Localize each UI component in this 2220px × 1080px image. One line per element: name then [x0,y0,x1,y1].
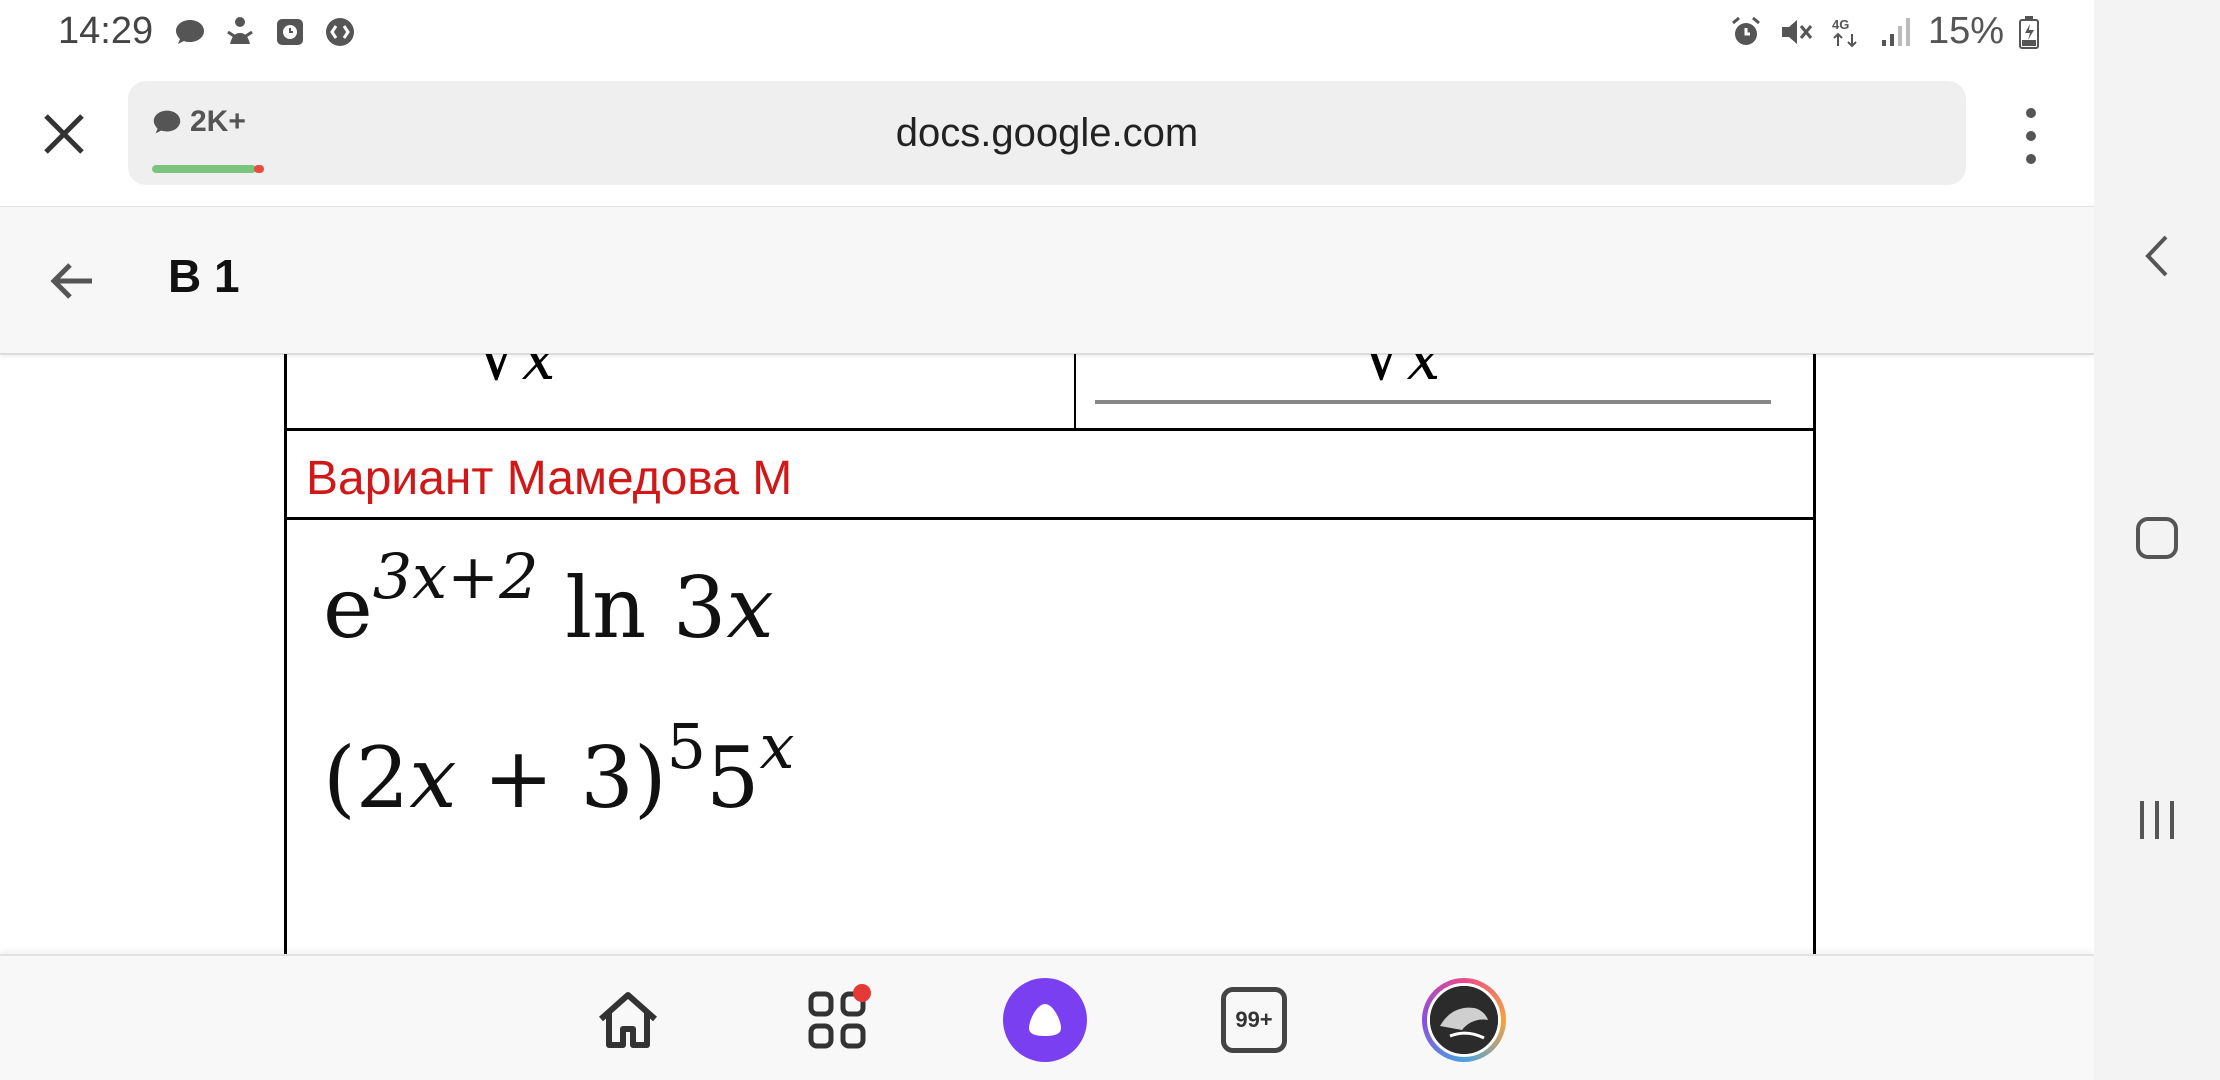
notification-dot [853,984,871,1002]
table-row-formulas: e3x+2 ln 3x (2x + 3)55x [287,520,1813,954]
cut-off-sqrt-left: √x [477,354,556,396]
close-icon [44,114,84,154]
formula-2-exp2: x [759,710,795,783]
column-divider [1074,354,1076,428]
system-back-button[interactable] [2094,226,2220,286]
formula-1-base: e [323,559,373,657]
formula-1: e3x+2 ln 3x [323,540,774,657]
recents-icon [2140,801,2174,839]
formula-2-base2: 5 [706,729,760,827]
home-square-icon [2136,517,2178,559]
tabs-count-icon: 99+ [1221,987,1287,1053]
badge-count: 2K+ [190,105,246,138]
status-bar: 14:29 4G 15% [0,0,2094,66]
formula-2: (2x + 3)55x [323,710,794,827]
alice-button[interactable] [1003,978,1087,1062]
status-left-icons [172,14,358,50]
close-button[interactable] [38,108,90,160]
formula-1-var: x [726,559,774,657]
system-home-button[interactable] [2094,508,2220,568]
battery-icon [2018,14,2040,50]
browser-toolbar: docs.google.com 2K+ [0,66,2094,206]
message-icon [172,14,208,50]
tabs-count-label: 99+ [1235,1007,1273,1032]
tabs-count-button[interactable]: 99+ [1212,978,1296,1062]
apps-button[interactable] [795,978,879,1062]
svg-text:4G: 4G [1832,17,1849,32]
dot-icon [2026,108,2036,118]
document-title: В 1 [168,250,240,302]
profile-avatar[interactable] [1422,978,1506,1062]
bottom-navigation: 99+ [0,954,2094,1080]
system-navigation-bar [2094,0,2220,1080]
system-recents-button[interactable] [2094,790,2220,850]
formula-1-rest: ln 3 [538,559,727,657]
status-time: 14:29 [58,10,154,52]
dot-icon [2026,131,2036,141]
document-content[interactable]: √x √x Вариант Мамедова М e3x+2 ln 3x (2x… [0,354,2094,954]
battery-percent: 15% [1927,10,2004,52]
doc-table: √x √x Вариант Мамедова М e3x+2 ln 3x (2x… [284,354,1816,954]
more-menu-button[interactable] [2010,108,2052,164]
variant-label: Вариант Мамедова М [306,452,793,505]
badge-progress-bar [152,165,264,173]
home-icon [599,992,657,1048]
clock-app-icon [272,14,308,50]
avatar-image [1427,983,1501,1057]
comments-badge[interactable]: 2K+ [150,105,246,139]
table-row-cut-off: √x √x [287,354,1813,431]
arrow-left-icon [50,263,92,299]
formula-1-exponent: 3x+2 [372,540,539,613]
screen-main: 14:29 4G 15% docs.google.com 2K+ В 1 √x … [0,0,2094,1080]
chevron-left-icon [2145,235,2168,277]
table-row-variant: Вариант Мамедова М [287,431,1813,520]
formula-2-middle: + 3) [456,729,667,827]
status-right-icons: 4G 15% [1728,10,2040,53]
4g-icon: 4G [1828,14,1864,50]
dot-icon [2026,154,2036,164]
formula-2-exp1: 5 [666,710,707,783]
alarm-icon [1728,14,1764,50]
home-button[interactable] [586,978,670,1062]
url-text[interactable]: docs.google.com [128,81,1966,185]
back-button[interactable] [46,255,98,307]
address-bar[interactable]: docs.google.com 2K+ [128,81,1966,185]
formula-2-open: (2 [323,729,410,827]
document-header: В 1 [0,206,2094,355]
formula-2-var: x [409,729,457,827]
person-icon [222,14,258,50]
cut-off-sqrt-right: √x [1362,354,1441,396]
mute-icon [1778,14,1814,50]
alice-icon [1029,1004,1061,1036]
comment-icon [153,110,181,134]
shazam-icon [322,14,358,50]
signal-icon [1878,14,1914,50]
fraction-line [1095,400,1771,404]
